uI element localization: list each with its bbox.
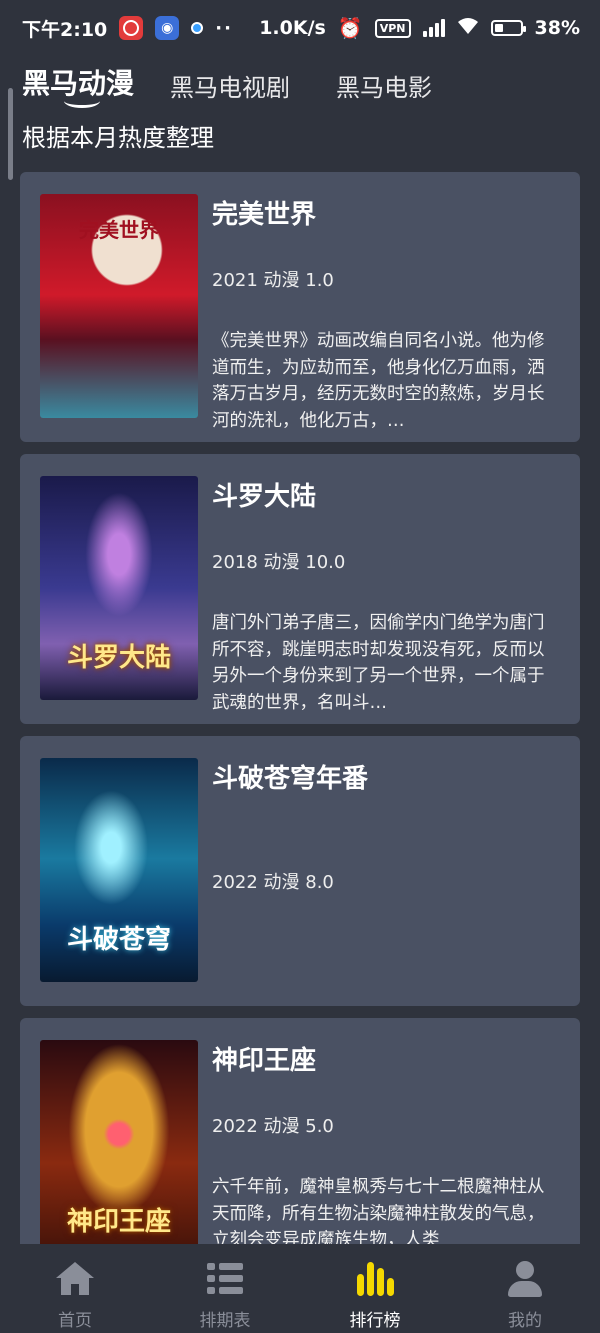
poster-title: 斗破苍穹 — [66, 925, 171, 955]
list-item[interactable]: 斗破苍穹 斗破苍穹年番 2022 动漫 8.0 — [20, 736, 580, 1006]
nav-ranking[interactable]: 排行榜 — [300, 1244, 450, 1333]
item-meta: 2022 动漫 8.0 — [212, 872, 334, 893]
list-icon — [205, 1260, 245, 1298]
page-subtitle: 根据本月热度整理 — [22, 124, 214, 152]
item-meta: 2018 动漫 10.0 — [212, 552, 346, 573]
nav-home[interactable]: 首页 — [0, 1244, 150, 1333]
netease-music-icon — [119, 16, 144, 40]
hd-signal-icon — [422, 19, 445, 37]
status-time: 下午2:10 — [22, 18, 108, 41]
list-item[interactable]: 完美世界 完美世界 2021 动漫 1.0 《完美世界》动画改编自同名小说。他为… — [20, 172, 580, 442]
nav-label: 排行榜 — [349, 1311, 401, 1331]
battery-icon — [490, 20, 526, 36]
poster-title: 完美世界 — [79, 218, 159, 242]
vpn-icon: VPN — [374, 18, 411, 38]
active-tab-indicator — [64, 94, 100, 108]
item-title: 神印王座 — [212, 1046, 317, 1076]
item-description: 六千年前，魔神皇枫秀与七十二根魔神柱从天而降，所有生物沾染魔神柱散发的气息，立刻… — [212, 1177, 545, 1244]
wifi-icon — [457, 17, 479, 40]
poster-image: 斗罗大陆 — [40, 476, 198, 700]
chat-bubble-icon — [191, 22, 204, 34]
item-meta: 2021 动漫 1.0 — [212, 270, 334, 291]
battery-percent: 38% — [534, 17, 580, 39]
category-tabs: 黑马动漫 黑马电视剧 黑马电影 — [22, 62, 478, 108]
bar-chart-icon — [355, 1260, 395, 1298]
item-description: 《完美世界》动画改编自同名小说。他为修道而生，为应劫而至，他身化亿万血雨，洒落万… — [212, 331, 545, 431]
nav-schedule[interactable]: 排期表 — [150, 1244, 300, 1333]
alarm-icon: ⏰ — [337, 16, 363, 40]
list-item[interactable]: 斗罗大陆 斗罗大陆 2018 动漫 10.0 唐门外门弟子唐三，因偷学内门绝学为… — [20, 454, 580, 724]
tab-label: 黑马电影 — [336, 74, 433, 102]
poster-title: 斗罗大陆 — [66, 643, 171, 673]
tab-tv-series[interactable]: 黑马电视剧 — [170, 68, 290, 103]
poster-image: 完美世界 — [40, 194, 198, 418]
item-title: 斗罗大陆 — [212, 482, 317, 512]
ranking-list[interactable]: 完美世界 完美世界 2021 动漫 1.0 《完美世界》动画改编自同名小说。他为… — [20, 172, 580, 1244]
home-icon — [55, 1260, 95, 1298]
tab-movies[interactable]: 黑马电影 — [336, 68, 432, 103]
network-speed: 1.0K/s — [259, 17, 326, 39]
tab-label: 黑马电视剧 — [170, 74, 291, 102]
poster-image: 神印王座 — [40, 1040, 198, 1244]
item-description: 唐门外门弟子唐三，因偷学内门绝学为唐门所不容，跳崖明志时却发现没有死，反而以另外… — [212, 613, 545, 713]
nav-profile[interactable]: 我的 — [450, 1244, 600, 1333]
nav-label: 首页 — [58, 1311, 92, 1331]
tab-anime[interactable]: 黑马动漫 — [22, 62, 134, 108]
poster-title: 神印王座 — [66, 1207, 171, 1237]
user-icon — [505, 1260, 545, 1298]
bottom-nav: 首页 排期表 排行榜 我的 — [0, 1244, 600, 1333]
cat-app-icon: ◉ — [155, 16, 180, 40]
more-dots-icon: ·· — [215, 17, 233, 39]
item-title: 完美世界 — [212, 200, 317, 230]
item-meta: 2022 动漫 5.0 — [212, 1116, 334, 1137]
status-bar: 下午2:10 ◉ ·· 1.0K/s ⏰ VPN 38% — [0, 0, 600, 56]
list-item[interactable]: 神印王座 神印王座 2022 动漫 5.0 六千年前，魔神皇枫秀与七十二根魔神柱… — [20, 1018, 580, 1244]
item-title: 斗破苍穹年番 — [212, 764, 369, 794]
nav-label: 排期表 — [199, 1311, 251, 1331]
scroll-indicator[interactable] — [8, 88, 13, 180]
poster-image: 斗破苍穹 — [40, 758, 198, 982]
nav-label: 我的 — [508, 1311, 542, 1331]
